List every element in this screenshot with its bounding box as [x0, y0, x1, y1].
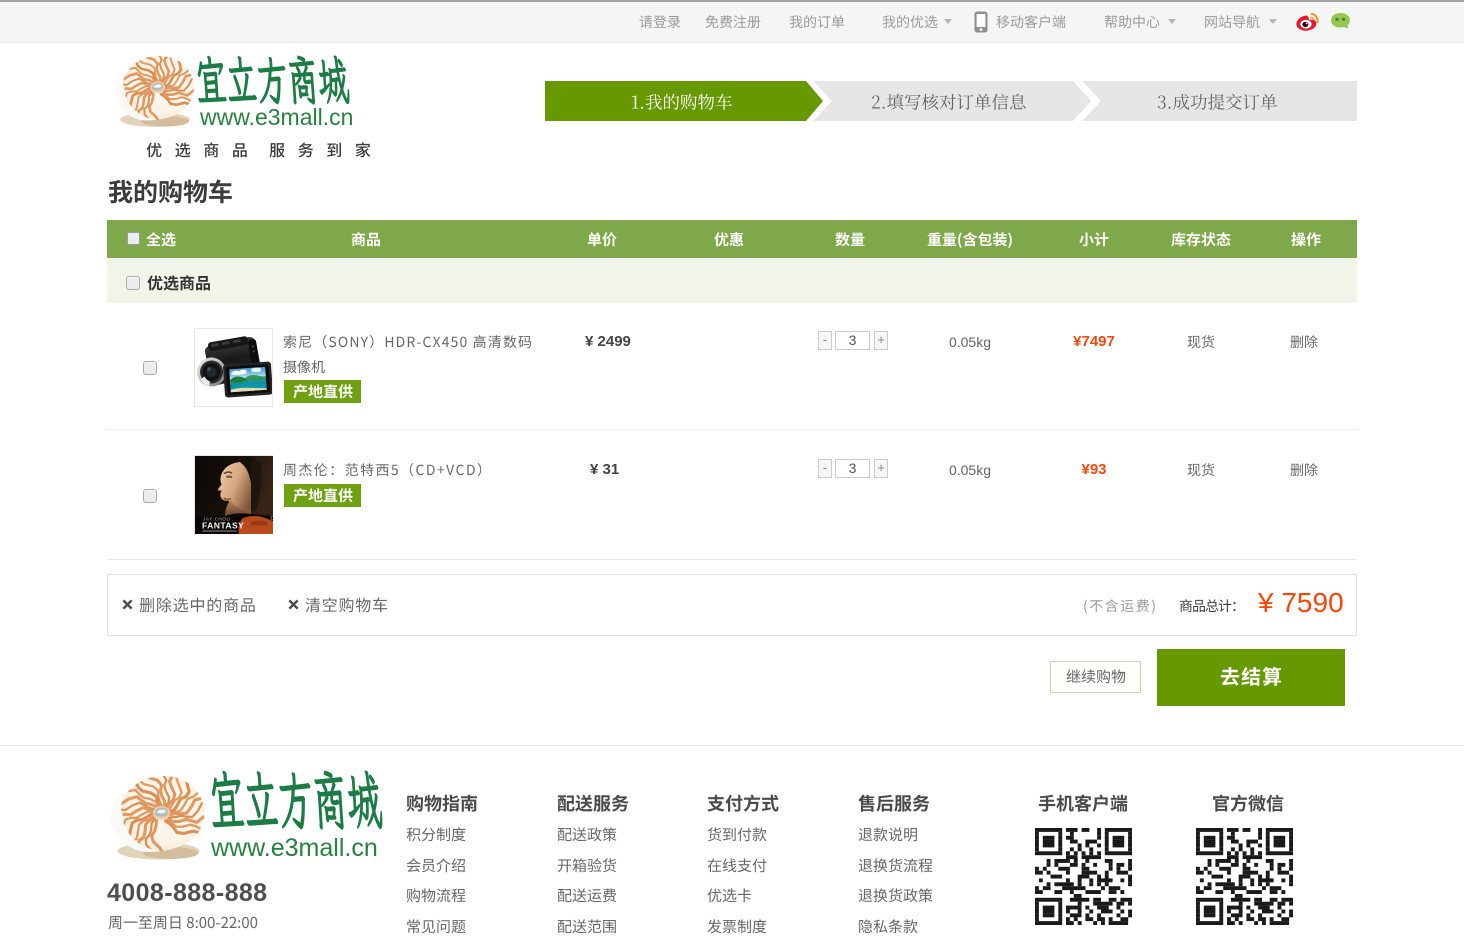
svg-text:FANTASY: FANTASY [202, 521, 244, 531]
svg-text:BAO: BAO [270, 516, 273, 522]
